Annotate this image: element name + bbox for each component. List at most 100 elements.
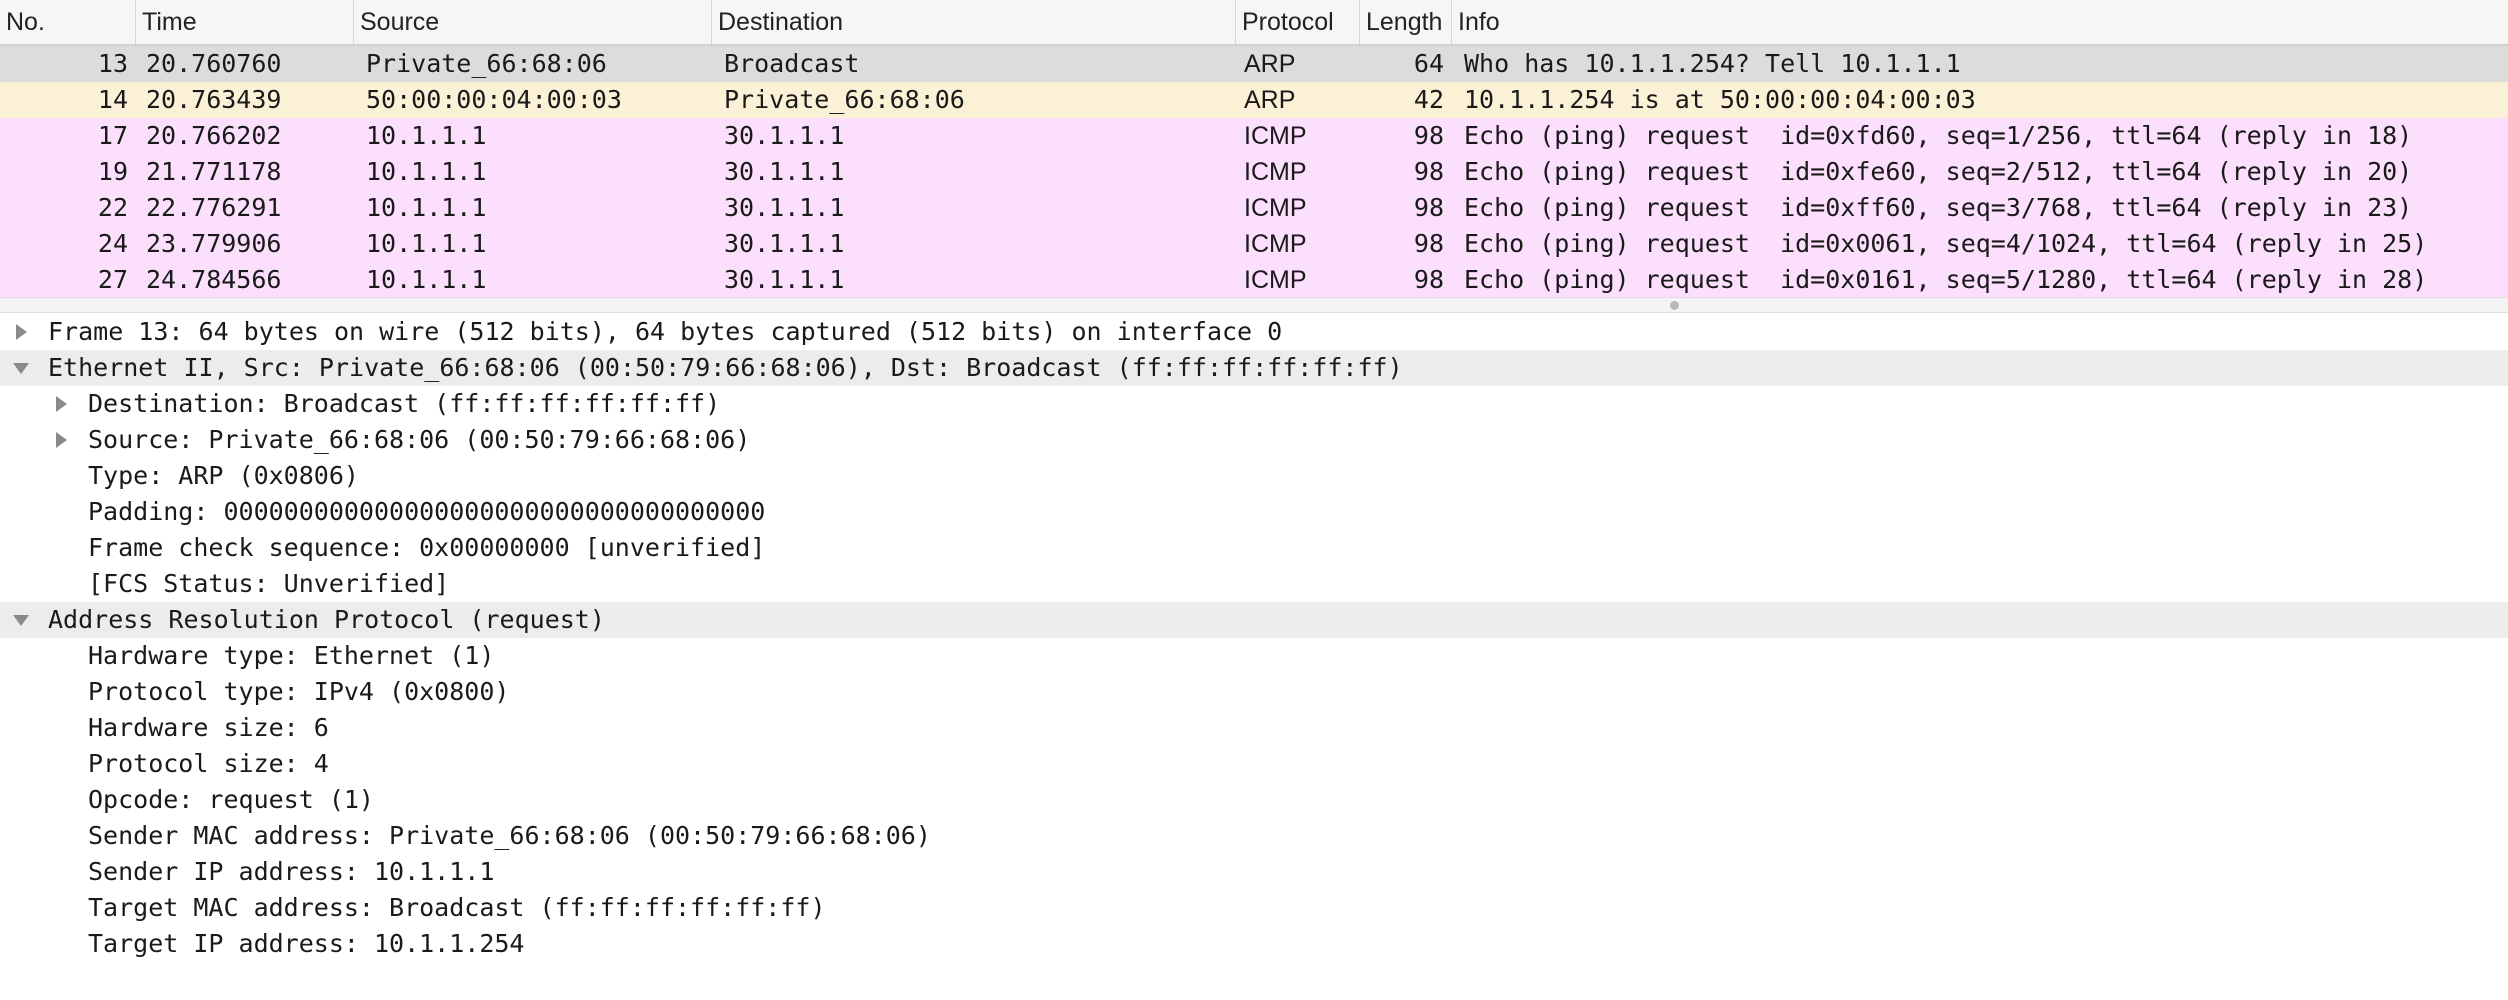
packet-number: 13 (97, 49, 128, 78)
tree-field[interactable]: Padding: 0000000000000000000000000000000… (0, 494, 2508, 530)
packet-destination: 30.1.1.1 (724, 265, 845, 294)
packet-number: 27 (97, 265, 128, 294)
tree-field[interactable]: [FCS Status: Unverified] (0, 566, 2508, 602)
packet-row[interactable]: 27 24.784566 10.1.1.1 30.1.1.1 ICMP 98 Echo (p… (0, 262, 2508, 298)
tree-section[interactable]: Address Resolution Protocol (request) (0, 602, 2508, 638)
packet-row[interactable]: 14 20.763439 50:00:00:04:00:03 Private_66:6… (0, 82, 2508, 118)
packet-protocol: ICMP (1244, 122, 1307, 150)
tree-item-label: Protocol size: 4 (88, 749, 329, 778)
packet-row[interactable]: 22 22.776291 10.1.1.1 30.1.1.1 ICMP 98 Echo (p… (0, 190, 2508, 226)
pane-splitter[interactable] (0, 297, 2508, 313)
packet-source: 10.1.1.1 (366, 193, 487, 222)
collapsed-triangle-icon[interactable] (12, 323, 30, 341)
packet-source: 10.1.1.1 (366, 157, 487, 186)
packet-source: 50:00:00:04:00:03 (366, 85, 622, 114)
tree-item-label: Opcode: request (1) (88, 785, 374, 814)
packet-time: 24.784566 (146, 265, 282, 294)
packet-row[interactable]: 24 23.779906 10.1.1.1 30.1.1.1 ICMP 98 Echo (p… (0, 226, 2508, 262)
packet-source: 10.1.1.1 (366, 265, 487, 294)
packet-number: 22 (97, 193, 128, 222)
packet-protocol: ARP (1244, 50, 1296, 78)
packet-destination: 30.1.1.1 (724, 229, 845, 258)
tree-item-label: Hardware type: Ethernet (1) (88, 641, 495, 670)
packet-destination: Private_66:68:06 (724, 85, 965, 114)
packet-source: 10.1.1.1 (366, 121, 487, 150)
tree-item-label: Address Resolution Protocol (request) (48, 605, 605, 634)
tree-item-label: Sender MAC address: Private_66:68:06 (00… (88, 821, 931, 850)
tree-field[interactable]: Protocol size: 4 (0, 746, 2508, 782)
tree-item-label: Ethernet II, Src: Private_66:68:06 (00:5… (48, 353, 1403, 382)
packet-info: Echo (ping) request id=0x0161, seq=5/128… (1464, 265, 2428, 294)
tree-item-label: Frame check sequence: 0x00000000 [unveri… (88, 533, 766, 562)
tree-field[interactable]: Hardware type: Ethernet (1) (0, 638, 2508, 674)
column-header-info[interactable]: Info (1452, 0, 2508, 44)
column-header-no[interactable]: No. (0, 0, 136, 44)
packet-info: Echo (ping) request id=0x0061, seq=4/102… (1464, 229, 2428, 258)
column-header-time[interactable]: Time (136, 0, 354, 44)
packet-protocol: ICMP (1244, 194, 1307, 222)
packet-length: 64 (1413, 49, 1444, 78)
tree-field[interactable]: Hardware size: 6 (0, 710, 2508, 746)
tree-field[interactable]: Protocol type: IPv4 (0x0800) (0, 674, 2508, 710)
tree-field[interactable]: Opcode: request (1) (0, 782, 2508, 818)
splitter-grip-icon[interactable] (1670, 301, 1679, 310)
tree-item-label: [FCS Status: Unverified] (88, 569, 450, 598)
packet-length: 98 (1413, 193, 1444, 222)
tree-field[interactable]: Type: ARP (0x0806) (0, 458, 2508, 494)
tree-field[interactable]: Sender IP address: 10.1.1.1 (0, 854, 2508, 890)
tree-item-label: Target MAC address: Broadcast (ff:ff:ff:… (88, 893, 826, 922)
packet-time: 22.776291 (146, 193, 282, 222)
packet-length: 42 (1413, 85, 1444, 114)
packet-number: 19 (97, 157, 128, 186)
tree-field[interactable]: Destination: Broadcast (ff:ff:ff:ff:ff:f… (0, 386, 2508, 422)
packet-info: Echo (ping) request id=0xfd60, seq=1/256… (1464, 121, 2413, 150)
packet-info: 10.1.1.254 is at 50:00:00:04:00:03 (1464, 85, 1976, 114)
tree-field[interactable]: Source: Private_66:68:06 (00:50:79:66:68… (0, 422, 2508, 458)
packet-info: Echo (ping) request id=0xff60, seq=3/768… (1464, 193, 2413, 222)
packet-list-header: No. Time Source Destination Protocol Len… (0, 0, 2508, 46)
tree-field[interactable]: Sender MAC address: Private_66:68:06 (00… (0, 818, 2508, 854)
tree-item-label: Destination: Broadcast (ff:ff:ff:ff:ff:f… (88, 389, 721, 418)
packet-destination: 30.1.1.1 (724, 121, 845, 150)
packet-time: 21.771178 (146, 157, 282, 186)
expanded-triangle-icon[interactable] (12, 611, 30, 629)
collapsed-triangle-icon[interactable] (52, 395, 70, 413)
tree-item-label: Padding: 0000000000000000000000000000000… (88, 497, 766, 526)
packet-time: 20.766202 (146, 121, 282, 150)
column-header-source[interactable]: Source (354, 0, 712, 44)
packet-protocol: ICMP (1244, 158, 1307, 186)
tree-item-label: Frame 13: 64 bytes on wire (512 bits), 6… (48, 317, 1283, 346)
packet-row[interactable]: 19 21.771178 10.1.1.1 30.1.1.1 ICMP 98 Echo (p… (0, 154, 2508, 190)
packet-number: 17 (97, 121, 128, 150)
column-header-length[interactable]: Length (1360, 0, 1452, 44)
column-header-destination[interactable]: Destination (712, 0, 1236, 44)
packet-info: Who has 10.1.1.254? Tell 10.1.1.1 (1464, 49, 1961, 78)
tree-field[interactable]: Target MAC address: Broadcast (ff:ff:ff:… (0, 890, 2508, 926)
packet-destination: Broadcast (724, 49, 860, 78)
packet-source: Private_66:68:06 (366, 49, 607, 78)
tree-field[interactable]: Frame check sequence: 0x00000000 [unveri… (0, 530, 2508, 566)
packet-destination: 30.1.1.1 (724, 157, 845, 186)
tree-item-label: Source: Private_66:68:06 (00:50:79:66:68… (88, 425, 751, 454)
packet-protocol: ICMP (1244, 230, 1307, 258)
tree-item-label: Sender IP address: 10.1.1.1 (88, 857, 495, 886)
tree-section[interactable]: Ethernet II, Src: Private_66:68:06 (00:5… (0, 350, 2508, 386)
packet-length: 98 (1413, 265, 1444, 294)
packet-destination: 30.1.1.1 (724, 193, 845, 222)
collapsed-triangle-icon[interactable] (52, 431, 70, 449)
packet-row[interactable]: 17 20.766202 10.1.1.1 30.1.1.1 ICMP 98 Echo (p… (0, 118, 2508, 154)
tree-item-label: Hardware size: 6 (88, 713, 329, 742)
tree-item-label: Protocol type: IPv4 (0x0800) (88, 677, 510, 706)
packet-time: 20.763439 (146, 85, 282, 114)
tree-item-label: Target IP address: 10.1.1.254 (88, 929, 525, 958)
packet-number: 14 (97, 85, 128, 114)
packet-row[interactable]: 13 20.760760 Private_66:68:06 Broadcast ARP 6… (0, 46, 2508, 82)
packet-length: 98 (1413, 229, 1444, 258)
tree-section[interactable]: Frame 13: 64 bytes on wire (512 bits), 6… (0, 314, 2508, 350)
expanded-triangle-icon[interactable] (12, 359, 30, 377)
packet-time: 20.760760 (146, 49, 282, 78)
column-header-protocol[interactable]: Protocol (1236, 0, 1360, 44)
packet-protocol: ICMP (1244, 266, 1307, 294)
tree-item-label: Type: ARP (0x0806) (88, 461, 359, 490)
tree-field[interactable]: Target IP address: 10.1.1.254 (0, 926, 2508, 962)
